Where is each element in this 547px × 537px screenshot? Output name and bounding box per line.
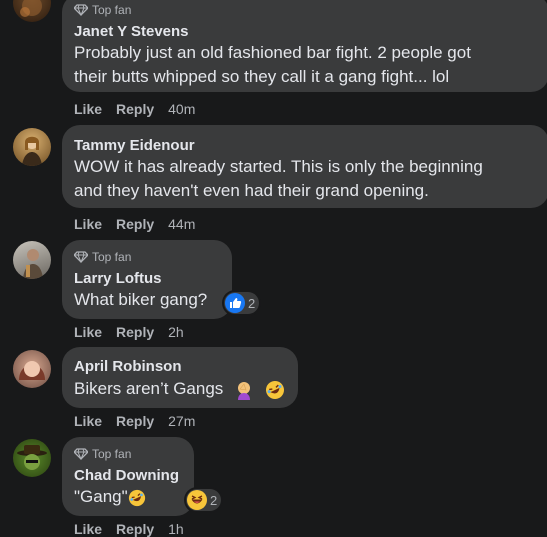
- comment-text-line: What biker gang?: [74, 290, 208, 309]
- comment-text-line: Probably just an old fashioned bar fight…: [74, 43, 471, 62]
- commenter-name[interactable]: April Robinson: [74, 358, 182, 375]
- top-fan-badge: Top fan: [74, 447, 131, 461]
- diamond-icon: [74, 251, 88, 263]
- avatar[interactable]: [13, 241, 51, 279]
- commenter-name[interactable]: Tammy Eidenour: [74, 137, 195, 154]
- top-fan-badge: Top fan: [74, 3, 131, 17]
- diamond-icon: [74, 4, 88, 16]
- top-fan-label: Top fan: [92, 250, 132, 264]
- like-link[interactable]: Like: [74, 324, 102, 340]
- timestamp[interactable]: 27m: [168, 413, 195, 429]
- timestamp[interactable]: 44m: [168, 216, 195, 232]
- comment-text-line: and they haven't even had their grand op…: [74, 181, 429, 200]
- comment-bubble: Tammy Eidenour WOW it has already starte…: [62, 125, 547, 208]
- timestamp[interactable]: 1h: [168, 521, 184, 537]
- top-fan-label: Top fan: [92, 3, 132, 17]
- comment-actions: Like Reply 40m: [74, 101, 195, 117]
- reply-link[interactable]: Reply: [116, 101, 154, 117]
- like-link[interactable]: Like: [74, 216, 102, 232]
- rofl-emoji-icon: [265, 380, 284, 399]
- reply-link[interactable]: Reply: [116, 521, 154, 537]
- comment-actions: Like Reply 1h: [74, 521, 184, 537]
- comment-text-line: WOW it has already started. This is only…: [74, 157, 483, 176]
- avatar[interactable]: [13, 350, 51, 388]
- reaction-count: 2: [248, 295, 256, 311]
- comment-bubble: Top fan Larry Loftus What biker gang?: [62, 240, 232, 319]
- rofl-emoji-icon: [128, 489, 145, 506]
- comment-actions: Like Reply 27m: [74, 413, 195, 429]
- comment-bubble: Top fan Janet Y Stevens Probably just an…: [62, 0, 547, 92]
- reply-link[interactable]: Reply: [116, 413, 154, 429]
- like-thumb-icon: [225, 293, 245, 313]
- comment-text: Bikers aren’t Gangs: [74, 379, 224, 398]
- comment-bubble: Top fan Chad Downing "Gang": [62, 437, 194, 516]
- top-fan-label: Top fan: [92, 447, 132, 461]
- haha-reaction-icon: [187, 490, 207, 510]
- like-link[interactable]: Like: [74, 101, 102, 117]
- diamond-icon: [74, 448, 88, 460]
- comment-actions: Like Reply 44m: [74, 216, 195, 232]
- reaction-count: 2: [210, 492, 218, 508]
- like-link[interactable]: Like: [74, 413, 102, 429]
- commenter-name[interactable]: Larry Loftus: [74, 270, 162, 287]
- comment-actions: Like Reply 2h: [74, 324, 184, 340]
- reply-link[interactable]: Reply: [116, 216, 154, 232]
- reply-link[interactable]: Reply: [116, 324, 154, 340]
- timestamp[interactable]: 2h: [168, 324, 184, 340]
- commenter-name[interactable]: Chad Downing: [74, 467, 179, 484]
- comment-text-line: their butts whipped so they call it a ga…: [74, 67, 450, 86]
- avatar[interactable]: [13, 128, 51, 166]
- reaction-summary[interactable]: 2: [224, 292, 260, 314]
- avatar[interactable]: [13, 0, 51, 22]
- top-fan-badge: Top fan: [74, 250, 131, 264]
- comment-text: "Gang": [74, 487, 128, 506]
- commenter-name[interactable]: Janet Y Stevens: [74, 23, 189, 40]
- timestamp[interactable]: 40m: [168, 101, 195, 117]
- comment-text-line: Bikers aren’t Gangs: [74, 377, 285, 400]
- woman-facepalming-icon: [238, 381, 251, 400]
- comment-text-line: "Gang": [74, 485, 146, 508]
- like-link[interactable]: Like: [74, 521, 102, 537]
- comment-bubble: April Robinson Bikers aren’t Gangs: [62, 347, 298, 408]
- avatar[interactable]: [13, 439, 51, 477]
- reaction-summary[interactable]: 2: [186, 489, 222, 511]
